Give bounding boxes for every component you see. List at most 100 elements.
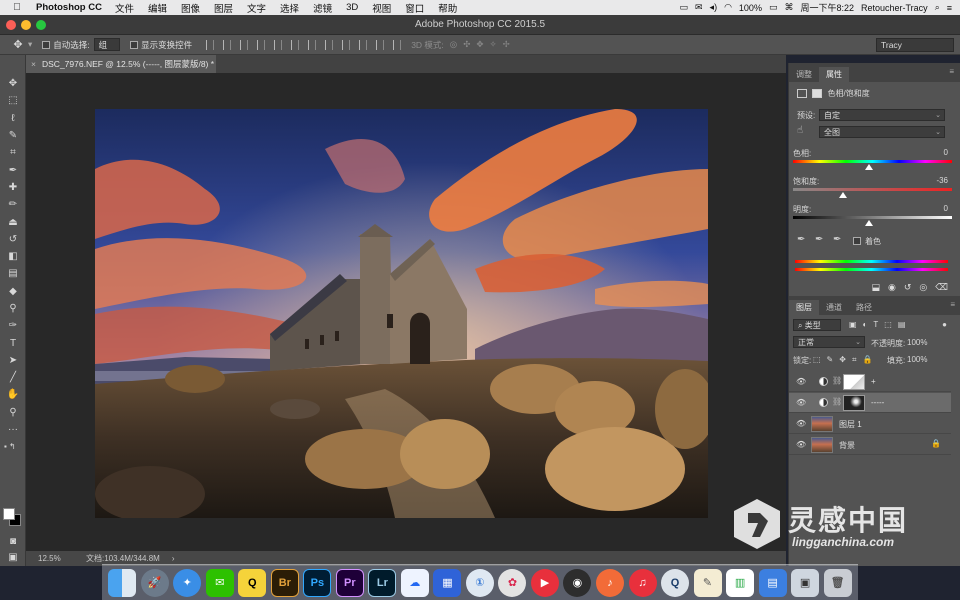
quick-select-tool-icon[interactable]: ✎	[0, 127, 26, 144]
photo-canvas[interactable]	[95, 109, 708, 518]
keynote-icon[interactable]: ▤	[758, 568, 787, 597]
layer-mask-thumbnail[interactable]	[843, 395, 865, 411]
app-menu[interactable]: Photoshop CC	[36, 2, 102, 13]
menu-select[interactable]: 选择	[280, 1, 299, 15]
opacity-value[interactable]: 100%	[907, 338, 927, 347]
lasso-tool-icon[interactable]: ℓ	[0, 110, 26, 127]
music-app-icon[interactable]: ♪	[595, 568, 624, 597]
saturation-value[interactable]: -36	[936, 176, 948, 185]
zoom-level[interactable]: 12.5%	[38, 554, 78, 563]
preset-dropdown[interactable]: 自定 ⌄	[819, 109, 945, 121]
lightroom-icon[interactable]: Lr	[368, 568, 397, 597]
eye-icon[interactable]: 👁	[796, 419, 806, 428]
menu-type[interactable]: 文字	[247, 1, 266, 15]
auto-select-checkbox[interactable]	[42, 40, 53, 50]
zoom-tool-icon[interactable]: ⚲	[0, 404, 26, 421]
distribute-bottom-icon[interactable]	[342, 39, 351, 50]
tab-adjustments[interactable]: 调整	[789, 67, 819, 82]
blend-mode-dropdown[interactable]: 正常 ⌄	[793, 336, 865, 348]
mask-icon[interactable]	[812, 89, 823, 99]
type-tool-icon[interactable]: T	[0, 334, 26, 351]
list-icon[interactable]: ≡	[947, 3, 952, 13]
obs-icon[interactable]: ◉	[563, 568, 592, 597]
filter-toggle-icon[interactable]: ●	[942, 320, 947, 329]
move-tool-icon[interactable]: ✥	[0, 75, 26, 92]
menu-window[interactable]: 窗口	[405, 1, 424, 15]
wifi-icon[interactable]: ◠	[724, 2, 732, 13]
launchpad-icon[interactable]: 🚀	[140, 568, 169, 597]
message-icon[interactable]: ✉	[695, 2, 703, 13]
clone-stamp-tool-icon[interactable]: ⏏	[0, 213, 26, 230]
blur-tool-icon[interactable]: ◆	[0, 283, 26, 300]
tab-properties[interactable]: 属性	[819, 67, 849, 82]
canvas-area[interactable]	[26, 73, 786, 551]
tab-channels[interactable]: 通道	[819, 300, 849, 315]
photo-app-icon[interactable]: ▦	[433, 568, 462, 597]
foreground-color-swatch[interactable]	[3, 508, 15, 520]
distribute-hcenter-icon[interactable]	[376, 39, 385, 50]
distribute-vcenter-icon[interactable]	[325, 39, 334, 50]
layer-name[interactable]: -----	[871, 398, 884, 407]
layers-menu-icon[interactable]: ≡	[950, 300, 955, 309]
davinci-icon[interactable]: ✿	[498, 568, 527, 597]
hand-tool-icon[interactable]: ✋	[0, 386, 26, 403]
screen-icon[interactable]: ▭	[679, 2, 688, 13]
history-brush-tool-icon[interactable]: ↺	[0, 231, 26, 248]
preview-icon[interactable]: ▣	[791, 568, 820, 597]
distribute-top-icon[interactable]	[308, 39, 317, 50]
menu-image[interactable]: 图像	[181, 1, 200, 15]
3d-mode-icons[interactable]: ◎✣✥✧✢	[450, 39, 516, 50]
path-select-tool-icon[interactable]: ➤	[0, 352, 26, 369]
numbers-icon[interactable]: ▥	[726, 568, 755, 597]
quick-mask-icon[interactable]: ◙	[0, 533, 26, 550]
menu-help[interactable]: 帮助	[438, 1, 457, 15]
healing-tool-icon[interactable]: ✚	[0, 179, 26, 196]
align-top-icon[interactable]	[206, 39, 215, 50]
align-right-icon[interactable]	[291, 39, 300, 50]
brush-tool-icon[interactable]: ✏	[0, 196, 26, 213]
menu-3d[interactable]: 3D	[346, 2, 358, 13]
quicktime-icon[interactable]: Q	[661, 568, 690, 597]
finder-icon[interactable]	[108, 568, 137, 597]
show-transform-checkbox[interactable]	[130, 40, 141, 50]
colorize-checkbox[interactable]	[853, 236, 864, 245]
color-swatches[interactable]	[3, 508, 23, 528]
layer-name[interactable]: 图层 1	[839, 419, 862, 430]
layer-row[interactable]: 👁 背景 🔒	[789, 435, 951, 455]
menu-file[interactable]: 文件	[115, 1, 134, 15]
lightness-value[interactable]: 0	[944, 204, 948, 213]
distribute-right-icon[interactable]	[393, 39, 402, 50]
battery-label[interactable]: 100%	[739, 3, 762, 13]
view-previous-icon[interactable]: ◉	[888, 282, 896, 296]
move-tool-icon[interactable]: ✥	[10, 38, 26, 51]
baidu-cloud-icon[interactable]: ☁	[400, 568, 429, 597]
layer-filter-icons[interactable]: ▣◐T⬚▤	[849, 320, 911, 329]
textedit-icon[interactable]: ✎	[693, 568, 722, 597]
layer-filter-dropdown[interactable]: ⌕ 类型	[793, 319, 841, 331]
layer-mask-thumbnail[interactable]	[843, 374, 865, 390]
input-method-icon[interactable]: ⌘	[784, 2, 793, 13]
crop-tool-icon[interactable]: ⌗	[0, 144, 26, 161]
hue-value[interactable]: 0	[944, 148, 948, 157]
premiere-icon[interactable]: Pr	[335, 568, 364, 597]
menu-edit[interactable]: 编辑	[148, 1, 167, 15]
target-adjust-icon[interactable]: ☝	[797, 125, 803, 136]
layer-name[interactable]: 背景	[839, 440, 855, 451]
default-colors-icon[interactable]: ▪ ↰	[0, 438, 26, 455]
tab-paths[interactable]: 路径	[849, 300, 879, 315]
menu-view[interactable]: 视图	[372, 1, 391, 15]
panel-menu-icon[interactable]: ≡	[949, 67, 954, 76]
gradient-tool-icon[interactable]: ▤	[0, 265, 26, 282]
link-icon[interactable]: ⛓	[832, 397, 842, 406]
volume-icon[interactable]: ◂)	[710, 2, 718, 13]
delete-adjustment-icon[interactable]: ⌫	[935, 282, 948, 296]
tab-layers[interactable]: 图层	[789, 300, 819, 315]
visibility-icon[interactable]: ◎	[919, 282, 927, 296]
align-bottom-icon[interactable]	[240, 39, 249, 50]
eyedropper-minus-icon[interactable]: ✒	[833, 234, 841, 245]
eye-icon[interactable]: 👁	[796, 398, 806, 407]
layer-row-selected[interactable]: 👁 ⛓ -----	[789, 393, 951, 413]
lock-icons[interactable]: ⬚✎✥⌗🔒	[813, 355, 878, 365]
dodge-tool-icon[interactable]: ⚲	[0, 300, 26, 317]
wechat-icon[interactable]: ✉	[205, 568, 234, 597]
